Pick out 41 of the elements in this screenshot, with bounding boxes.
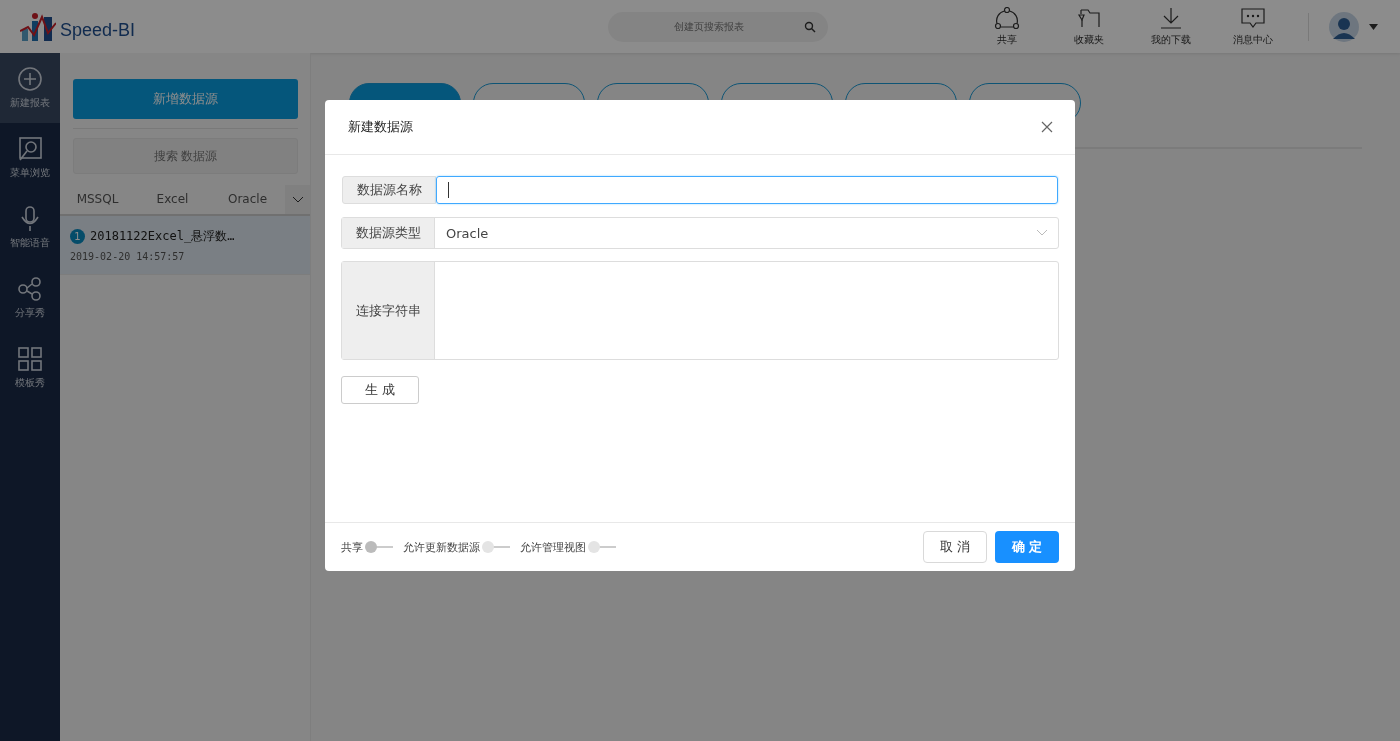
nav-item[interactable]: 分享秀: [0, 263, 60, 333]
field-label: 数据源名称: [342, 176, 436, 204]
generate-button[interactable]: 生 成: [341, 376, 419, 404]
download-icon: [1158, 6, 1184, 31]
nav-item[interactable]: 菜单浏览: [0, 123, 60, 193]
chevron-down-icon[interactable]: [285, 185, 310, 214]
count-badge: 1: [70, 229, 85, 244]
share-icon: [994, 6, 1020, 31]
close-icon[interactable]: [1041, 121, 1053, 133]
item-date: 2019-02-20 14:57:57: [70, 251, 186, 262]
nav-item[interactable]: 模板秀: [0, 333, 60, 403]
data-source-item[interactable]: 1 20181122Excel_悬浮数… 2019-02-20 14:57:57: [60, 216, 310, 275]
toggle-label: 允许更新数据源: [403, 539, 480, 555]
add-data-source-button[interactable]: 新增数据源: [73, 79, 298, 119]
header-action-button[interactable]: 共享: [966, 6, 1048, 47]
confirm-button[interactable]: 确 定: [995, 531, 1059, 563]
toggle-switch[interactable]: [365, 541, 393, 553]
header-action-button[interactable]: 消息中心: [1212, 6, 1294, 47]
source-tab[interactable]: Excel: [135, 185, 210, 214]
nav-item[interactable]: 新建报表: [0, 53, 60, 123]
share-icon: [17, 276, 43, 302]
header-action-button[interactable]: 收藏夹: [1048, 6, 1130, 47]
caret-icon[interactable]: [1369, 23, 1378, 30]
source-tab[interactable]: Oracle: [210, 185, 285, 214]
toggle-label: 共享: [341, 539, 363, 555]
item-title: 20181122Excel_悬浮数…: [90, 228, 235, 245]
grid-icon: [17, 346, 43, 372]
source-tab[interactable]: MSSQL: [60, 185, 135, 214]
toggle-label: 允许管理视图: [520, 539, 586, 555]
cancel-button[interactable]: 取 消: [923, 531, 987, 563]
search-field[interactable]: 搜索 数据源: [73, 138, 298, 174]
name-input-field[interactable]: [436, 176, 1058, 204]
search-icon: [17, 136, 43, 162]
logo-icon: [20, 12, 56, 41]
plus-circle-icon: [17, 66, 43, 92]
app-logo-text: Speed-BI: [60, 19, 136, 41]
dialog-title: 新建数据源: [348, 118, 413, 136]
header-action-button[interactable]: 我的下载: [1130, 6, 1212, 47]
nav-item[interactable]: 智能语音: [0, 193, 60, 263]
search-icon: [804, 20, 816, 33]
avatar-icon[interactable]: [1329, 11, 1359, 42]
